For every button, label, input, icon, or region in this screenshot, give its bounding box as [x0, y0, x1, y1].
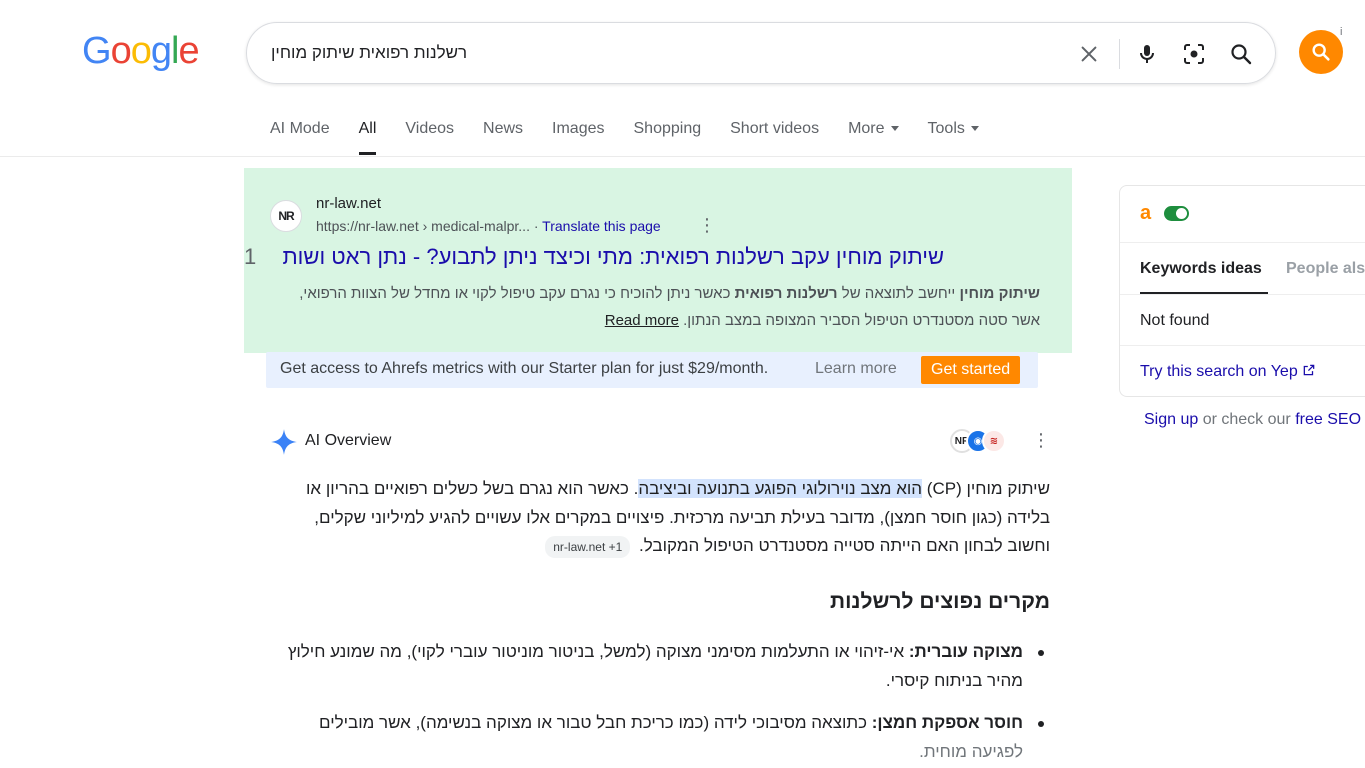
search-result: 1 NR nr-law.net https://nr-law.net › med…	[244, 168, 1072, 353]
list-item: חוסר אספקת חמצן: כתוצאה מסיבוכי לידה (כמ…	[270, 709, 1050, 766]
tab-more-label: More	[848, 120, 885, 137]
site-favicon[interactable]: NR	[270, 200, 302, 232]
signup-mid-text: or check our	[1198, 411, 1296, 428]
source-flag-icon: ≋	[982, 429, 1006, 453]
free-seo-link[interactable]: free SEO	[1295, 411, 1361, 428]
camera-search-icon[interactable]	[1180, 40, 1208, 68]
result-snippet: שיתוק מוחין ייחשב לתוצאה של רשלנות רפואי…	[270, 280, 1040, 334]
panel-divider	[1120, 345, 1365, 346]
google-logo[interactable]: Google	[82, 30, 200, 73]
search-box[interactable]: רשלנות רפואית שיתוק מוחין	[246, 22, 1276, 84]
yep-search-link[interactable]: Try this search on Yep	[1140, 363, 1316, 381]
panel-divider	[1120, 294, 1365, 295]
list-item-bold: מצוקה עוברית:	[908, 642, 1023, 661]
snippet-text-1: ייחשב לתוצאה של	[837, 285, 960, 302]
panel-divider	[1120, 242, 1365, 243]
microphone-icon[interactable]	[1133, 40, 1161, 68]
get-started-button[interactable]: Get started	[921, 356, 1021, 384]
tab-shopping[interactable]: Shopping	[634, 120, 702, 156]
promo-text: Get access to Ahrefs metrics with our St…	[280, 360, 769, 377]
result-url-text: https://nr-law.net › medical-malpr...	[316, 218, 530, 234]
list-item-faded-text: לפגיעה מוחית.	[919, 741, 1023, 761]
snippet-bold-2: רשלנות רפואית	[734, 285, 838, 302]
ai-section-heading: מקרים נפוצים לרשלנות	[830, 590, 1050, 613]
ai-overview-title: AI Overview	[305, 432, 392, 449]
ahrefs-search-icon[interactable]	[1299, 30, 1343, 74]
ahrefs-promo-bar: Get access to Ahrefs metrics with our St…	[266, 352, 1038, 388]
search-icon[interactable]	[1227, 40, 1255, 68]
ai-sources-icons[interactable]: NR ◉ ≋	[950, 429, 1006, 455]
result-rank: 1	[244, 244, 257, 269]
ahrefs-side-panel: a Keywords ideas People also Not found T…	[1119, 185, 1365, 397]
ahrefs-logo-icon: a	[1140, 202, 1152, 224]
tab-short-videos[interactable]: Short videos	[730, 120, 819, 156]
ai-more-options-icon[interactable]: ⋮	[1032, 430, 1050, 451]
tab-news[interactable]: News	[483, 120, 523, 156]
tab-people-also[interactable]: People also	[1286, 260, 1365, 278]
read-more-link[interactable]: Read more	[605, 312, 679, 329]
ai-bullet-list: מצוקה עוברית: אי-זיהוי או התעלמות מסימני…	[270, 638, 1050, 768]
tab-tools[interactable]: Tools	[928, 120, 979, 156]
tab-videos[interactable]: Videos	[405, 120, 454, 156]
ai-overview-header: AI Overview NR ◉ ≋ ⋮	[270, 426, 1050, 458]
ahrefs-toggle[interactable]	[1164, 206, 1189, 221]
tab-ai-mode[interactable]: AI Mode	[270, 120, 330, 156]
yep-link-text: Try this search on Yep	[1140, 363, 1298, 380]
tab-more[interactable]: More	[848, 120, 899, 156]
search-input[interactable]: רשלנות רפואית שיתוק מוחין	[271, 43, 467, 63]
result-title-link[interactable]: שיתוק מוחין עקב רשלנות רפואית: מתי וכיצד…	[270, 244, 944, 270]
tab-tools-label: Tools	[927, 120, 965, 137]
ai-text-start: שיתוק מוחין (CP)	[922, 479, 1050, 498]
caret-down-icon	[970, 126, 979, 132]
not-found-text: Not found	[1140, 312, 1210, 329]
learn-more-link[interactable]: Learn more	[815, 360, 897, 378]
result-url[interactable]: https://nr-law.net › medical-malpr... · …	[316, 218, 661, 234]
source-chip[interactable]: nr-law.net +1	[545, 535, 631, 558]
tab-all[interactable]: All	[358, 120, 376, 156]
ai-text-highlight[interactable]: הוא מצב נוירולוגי הפוגע בתנועה וביציבה	[638, 479, 923, 498]
caret-down-icon	[890, 126, 899, 132]
translate-link[interactable]: Translate this page	[542, 218, 661, 234]
info-icon[interactable]: i	[1340, 26, 1342, 38]
external-link-icon	[1303, 364, 1315, 376]
list-item-text: כתוצאה מסיבוכי לידה (כמו כריכת חבל טבור …	[319, 713, 872, 732]
signup-line: Sign up or check our free SEO	[1144, 411, 1361, 429]
list-item: מצוקה עוברית: אי-זיהוי או התעלמות מסימני…	[270, 638, 1050, 695]
search-tabs: AI Mode All Videos News Images Shopping …	[270, 120, 1008, 156]
sparkle-icon	[270, 428, 298, 461]
signup-link[interactable]: Sign up	[1144, 411, 1198, 428]
ai-overview-paragraph: שיתוק מוחין (CP) הוא מצב נוירולוגי הפוגע…	[270, 475, 1050, 561]
tab-images[interactable]: Images	[552, 120, 604, 156]
tab-keywords-ideas[interactable]: Keywords ideas	[1140, 260, 1262, 278]
clear-icon[interactable]	[1075, 40, 1103, 68]
tabs-divider	[0, 156, 1365, 157]
result-site-name[interactable]: nr-law.net	[316, 195, 381, 212]
search-divider	[1119, 39, 1120, 69]
snippet-bold-1: שיתוק מוחין	[959, 285, 1040, 302]
more-options-icon[interactable]: ⋮	[698, 216, 716, 234]
list-item-bold: חוסר אספקת חמצן:	[871, 713, 1023, 732]
